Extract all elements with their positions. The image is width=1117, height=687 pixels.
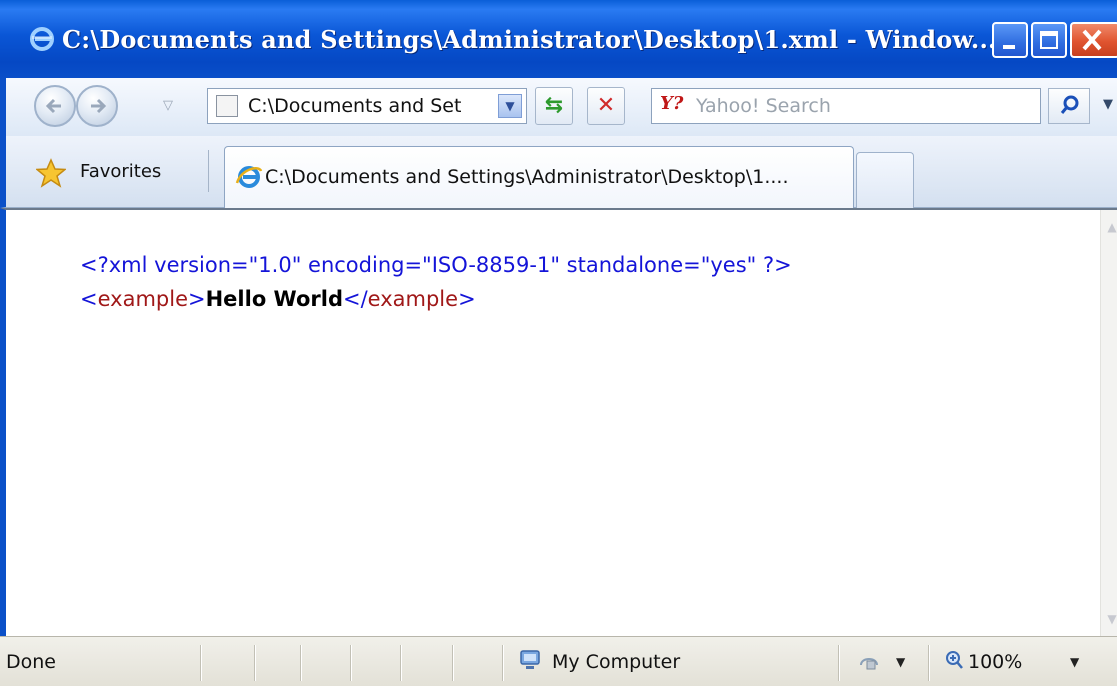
minimize-icon [1003, 45, 1015, 49]
divider [502, 645, 504, 681]
chevron-down-icon[interactable]: ▼ [1070, 637, 1079, 687]
chevron-down-icon[interactable]: ▼ [896, 637, 905, 687]
close-icon [1082, 29, 1102, 51]
security-zone: My Computer [552, 651, 681, 673]
close-tag-name: example [367, 287, 459, 311]
new-tab-button[interactable] [856, 152, 914, 208]
stop-button[interactable]: ✕ [587, 87, 625, 125]
forward-arrow-icon [91, 98, 107, 114]
page-icon [216, 95, 238, 117]
tab-bar: Favorites C:\Documents and Settings\Admi… [0, 136, 1117, 208]
xml-element-line: <example>Hello World</example> [80, 282, 792, 316]
title-bar: C:\Documents and Settings\Administrator\… [0, 0, 1117, 78]
ie-logo-icon [30, 27, 54, 51]
tab-active[interactable]: C:\Documents and Settings\Administrator\… [224, 146, 854, 208]
status-text: Done [6, 651, 56, 673]
minimize-button[interactable] [992, 22, 1028, 58]
divider [350, 645, 352, 681]
refresh-icon: ⇆ [544, 93, 564, 118]
search-options-dropdown[interactable]: ▼ [1094, 90, 1117, 122]
stop-icon: ✕ [596, 93, 616, 118]
address-input[interactable]: C:\Documents and Set [248, 89, 461, 123]
divider [452, 645, 454, 681]
recent-pages-dropdown[interactable]: ▽ [163, 98, 173, 113]
open-bracket: < [80, 287, 98, 311]
forward-button[interactable] [76, 85, 118, 127]
search-button[interactable] [1048, 88, 1090, 124]
window-title: C:\Documents and Settings\Administrator\… [62, 25, 997, 54]
favorites-label: Favorites [80, 161, 162, 182]
element-text: Hello World [205, 287, 343, 311]
divider [208, 150, 209, 192]
star-icon [36, 158, 66, 188]
yahoo-logo: Y? [660, 93, 684, 114]
refresh-button[interactable]: ⇆ [535, 87, 573, 125]
xml-declaration: <?xml version="1.0" encoding="ISO-8859-1… [80, 253, 792, 277]
divider [200, 645, 202, 681]
divider [300, 645, 302, 681]
scroll-up-icon[interactable]: ▲ [1103, 216, 1117, 238]
open-tag-name: example [97, 287, 188, 311]
maximize-icon [1040, 31, 1058, 49]
page-content: <?xml version="1.0" encoding="ISO-8859-1… [0, 208, 1117, 636]
scroll-down-icon[interactable]: ▼ [1103, 608, 1117, 630]
divider [400, 645, 402, 681]
open-bracket-end: > [188, 287, 206, 311]
divider [838, 645, 840, 681]
zoom-icon[interactable] [944, 649, 964, 671]
divider [928, 645, 930, 681]
tab-title: C:\Documents and Settings\Administrator\… [265, 166, 789, 188]
close-button[interactable] [1070, 22, 1117, 58]
search-input[interactable]: Yahoo! Search [696, 89, 831, 123]
status-bar: Done My Computer ▼ 100% ▼ [0, 636, 1117, 686]
address-bar[interactable]: C:\Documents and Set ▼ [207, 88, 527, 124]
search-icon [1060, 95, 1079, 114]
close-bracket-end: > [458, 287, 476, 311]
back-arrow-icon [45, 98, 61, 114]
back-button[interactable] [34, 85, 76, 127]
close-bracket: </ [343, 287, 368, 311]
xml-document: <?xml version="1.0" encoding="ISO-8859-1… [80, 248, 792, 316]
vertical-scrollbar[interactable]: ▲ ▼ [1100, 210, 1117, 636]
protected-mode-icon[interactable] [858, 651, 880, 673]
zoom-level[interactable]: 100% [968, 637, 1022, 687]
search-box[interactable]: Y? Yahoo! Search [651, 88, 1041, 124]
chevron-down-icon[interactable]: ▼ [498, 94, 522, 118]
divider [254, 645, 256, 681]
navigation-bar: ▽ C:\Documents and Set ▼ ⇆ ✕ Y? Yahoo! S… [0, 78, 1117, 136]
ie-logo-icon [235, 166, 263, 188]
maximize-button[interactable] [1031, 22, 1067, 58]
computer-icon [520, 650, 540, 669]
